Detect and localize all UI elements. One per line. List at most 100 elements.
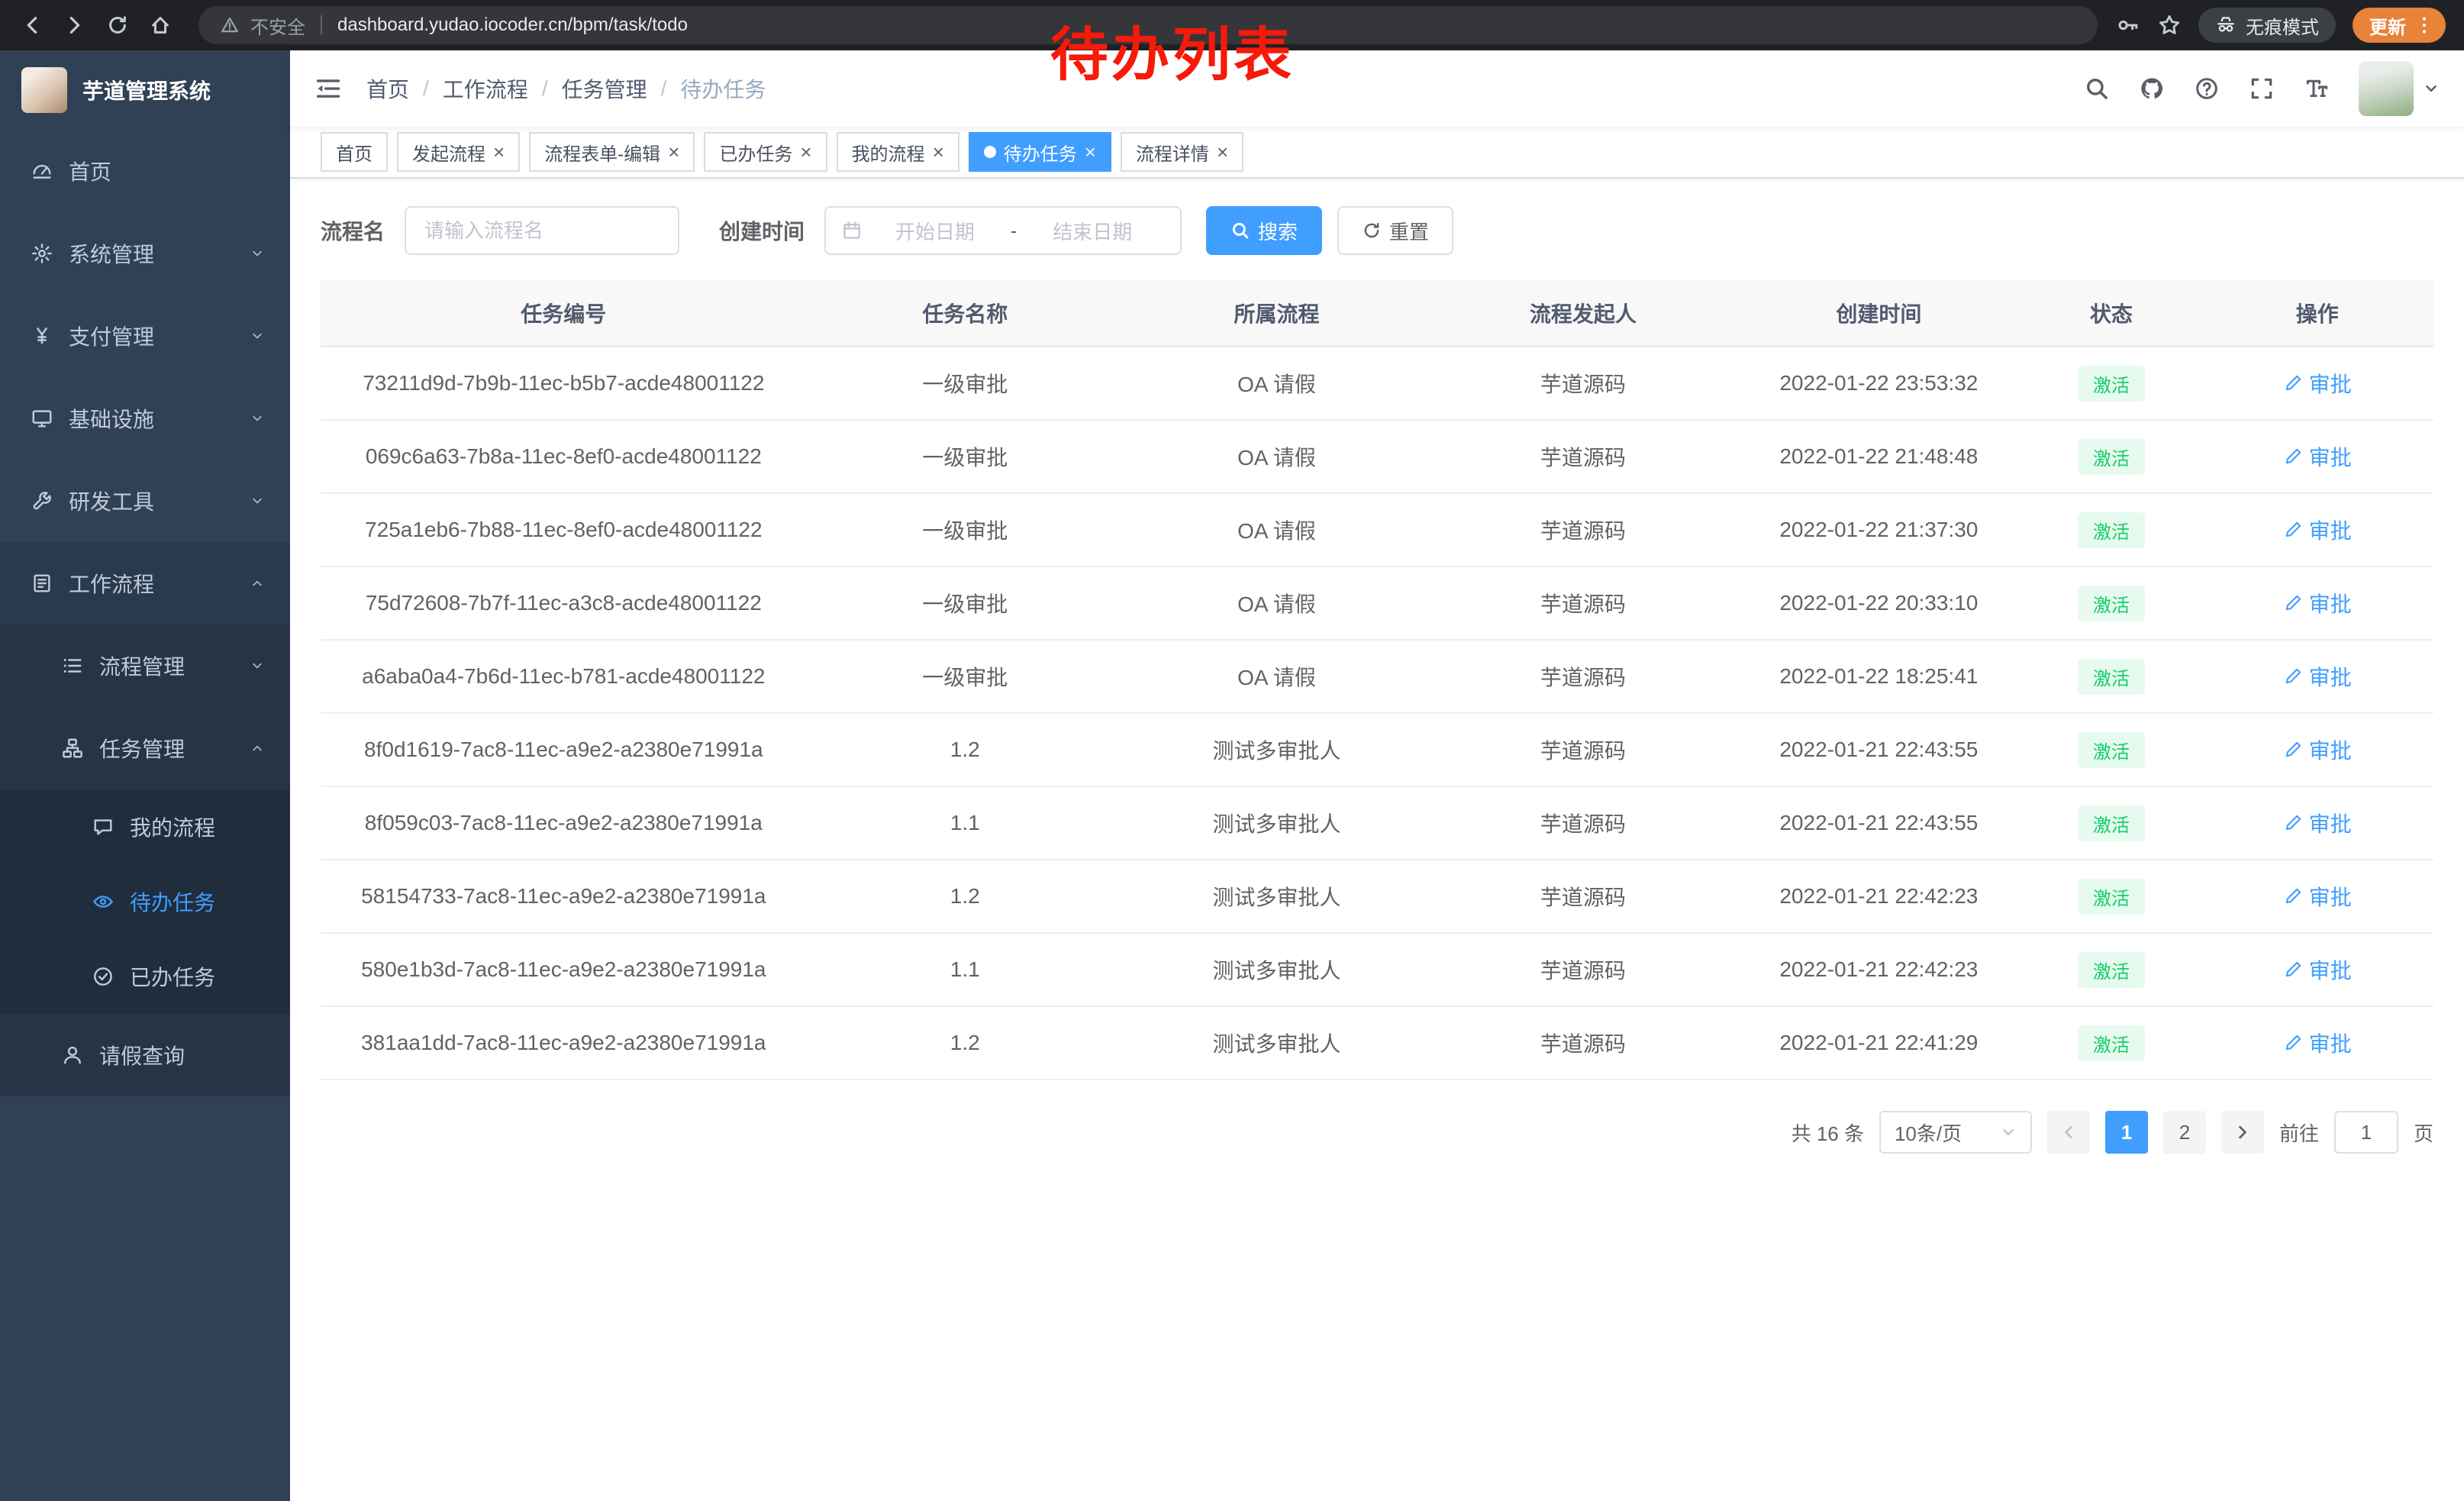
cell-created-time: 2022-01-21 22:42:23 [1737, 860, 2022, 933]
edit-icon [2283, 740, 2303, 760]
cell-process: 测试多审批人 [1124, 860, 1430, 933]
sidebar-item-dev-tools[interactable]: 研发工具 [0, 460, 290, 542]
sidebar-item-my-process[interactable]: 我的流程 [0, 789, 290, 864]
browser-forward-button[interactable] [55, 5, 95, 45]
browser-update-button[interactable]: 更新 [2353, 8, 2446, 43]
font-size-icon[interactable] [2304, 76, 2330, 102]
cell-task-name: 一级审批 [807, 420, 1124, 493]
cell-created-time: 2022-01-21 22:43:55 [1737, 713, 2022, 786]
chevron-down-icon [249, 492, 266, 509]
cell-process: OA 请假 [1124, 640, 1430, 713]
tab-process-form-edit[interactable]: 流程表单-编辑× [529, 132, 695, 172]
url-text: dashboard.yudao.iocoder.cn/bpm/task/todo [337, 15, 688, 36]
approve-link[interactable]: 审批 [2283, 441, 2352, 472]
cell-task-id: 725a1eb6-7b88-11ec-8ef0-acde48001122 [321, 493, 807, 567]
close-icon[interactable]: × [668, 142, 679, 162]
tab-process-detail[interactable]: 流程详情× [1121, 132, 1243, 172]
close-icon[interactable]: × [933, 142, 944, 162]
tab-start-process[interactable]: 发起流程 × [397, 132, 520, 172]
tags-bar: 首页发起流程×流程表单-编辑×已办任务×我的流程×待办任务×流程详情× [290, 127, 2464, 179]
browser-refresh-button[interactable] [98, 5, 137, 45]
close-icon[interactable]: × [493, 142, 505, 162]
github-icon[interactable] [2139, 76, 2165, 102]
user-avatar-menu[interactable] [2359, 61, 2440, 116]
sidebar-item-process-management[interactable]: 流程管理 [0, 625, 290, 707]
app-logo[interactable]: 芋道管理系统 [0, 50, 290, 130]
cell-task-id: 8f059c03-7ac8-11ec-a9e2-a2380e71991a [321, 786, 807, 860]
close-icon[interactable]: × [1217, 142, 1228, 162]
tab-label: 发起流程 [412, 139, 485, 166]
approve-link[interactable]: 审批 [2283, 881, 2352, 912]
list-icon [61, 654, 84, 677]
status-badge: 激活 [2078, 512, 2145, 548]
edit-icon [2283, 593, 2303, 613]
sidebar-item-todo-task[interactable]: 待办任务 [0, 864, 290, 939]
search-button[interactable]: 搜索 [1206, 206, 1322, 255]
close-icon[interactable]: × [800, 142, 811, 162]
sidebar-collapse-button[interactable] [314, 75, 342, 102]
approve-link[interactable]: 审批 [2283, 954, 2352, 985]
page-button-1[interactable]: 1 [2105, 1111, 2148, 1154]
sidebar-item-system-management[interactable]: 系统管理 [0, 212, 290, 295]
dashboard-icon [31, 160, 53, 182]
sidebar-item-task-management[interactable]: 任务管理 [0, 707, 290, 789]
sidebar-item-home[interactable]: 首页 [0, 130, 290, 212]
approve-link[interactable]: 审批 [2283, 808, 2352, 838]
breadcrumb-item[interactable]: 任务管理 [562, 73, 647, 104]
key-icon[interactable] [2116, 13, 2140, 37]
help-icon[interactable] [2194, 76, 2220, 102]
page-button-2[interactable]: 2 [2163, 1111, 2206, 1154]
approve-link[interactable]: 审批 [2283, 588, 2352, 618]
chevron-left-icon [2060, 1124, 2077, 1141]
approve-link[interactable]: 审批 [2283, 515, 2352, 545]
approve-link[interactable]: 审批 [2283, 368, 2352, 399]
reset-button[interactable]: 重置 [1337, 206, 1453, 255]
chevron-right-icon [2234, 1124, 2251, 1141]
tab-todo-task[interactable]: 待办任务× [969, 132, 1111, 172]
approve-link[interactable]: 审批 [2283, 734, 2352, 765]
page-size-select[interactable]: 10条/页 [1879, 1111, 2032, 1154]
sidebar-item-workflow[interactable]: 工作流程 [0, 542, 290, 625]
date-range-picker[interactable]: 开始日期 - 结束日期 [824, 206, 1182, 255]
address-bar[interactable]: 不安全 dashboard.yudao.iocoder.cn/bpm/task/… [198, 6, 2098, 44]
prev-page-button[interactable] [2047, 1111, 2090, 1154]
incognito-icon [2215, 15, 2237, 36]
cell-initiator: 芋道源码 [1430, 420, 1736, 493]
goto-page-input[interactable] [2334, 1111, 2398, 1154]
fullscreen-icon[interactable] [2249, 76, 2275, 102]
create-time-label: 创建时间 [719, 215, 805, 246]
sidebar-item-done-task[interactable]: 已办任务 [0, 939, 290, 1014]
status-badge: 激活 [2078, 1025, 2145, 1061]
process-name-input[interactable] [405, 206, 679, 255]
cell-process: 测试多审批人 [1124, 786, 1430, 860]
breadcrumb-item[interactable]: 首页 [366, 73, 409, 104]
approve-link[interactable]: 审批 [2283, 661, 2352, 692]
approve-link-label: 审批 [2309, 808, 2352, 838]
tab-done-task[interactable]: 已办任务× [704, 132, 827, 172]
status-badge: 激活 [2078, 879, 2145, 915]
filter-bar: 流程名 创建时间 开始日期 - 结束日期 搜索 重 [321, 206, 2433, 255]
approve-link[interactable]: 审批 [2283, 1028, 2352, 1058]
tab-home[interactable]: 首页 [321, 132, 388, 172]
browser-back-button[interactable] [12, 5, 52, 45]
tab-my-process[interactable]: 我的流程× [837, 132, 959, 172]
goto-label: 前往 [2279, 1118, 2319, 1147]
bookmark-star-icon[interactable] [2157, 13, 2182, 37]
task-table-header-row: 任务编号任务名称所属流程流程发起人创建时间状态操作 [321, 279, 2433, 347]
cell-initiator: 芋道源码 [1430, 640, 1736, 713]
sidebar-item-payment-management[interactable]: 支付管理 [0, 295, 290, 377]
sidebar-item-label: 基础设施 [69, 403, 154, 434]
browser-home-button[interactable] [140, 5, 180, 45]
sidebar-item-leave-query[interactable]: 请假查询 [0, 1014, 290, 1096]
breadcrumb-item[interactable]: 工作流程 [443, 73, 528, 104]
cell-task-name: 一级审批 [807, 347, 1124, 420]
cell-task-name: 1.1 [807, 933, 1124, 1006]
next-page-button[interactable] [2221, 1111, 2264, 1154]
approve-link-label: 审批 [2309, 441, 2352, 472]
search-icon[interactable] [2084, 76, 2110, 102]
close-icon[interactable]: × [1085, 142, 1096, 162]
chevron-down-icon [249, 657, 266, 674]
check-circle-icon [92, 965, 114, 988]
back-icon [21, 14, 44, 37]
sidebar-item-infrastructure[interactable]: 基础设施 [0, 377, 290, 460]
